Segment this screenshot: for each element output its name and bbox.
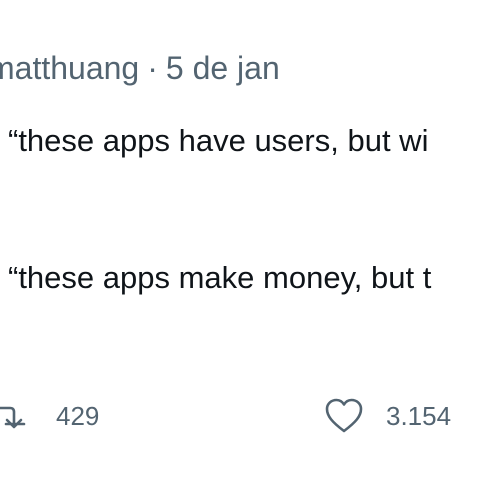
tweet-actions: 429 3.154 bbox=[0, 392, 500, 440]
tweet-date[interactable]: 5 de jan bbox=[166, 50, 280, 86]
tweet-text-line: “these apps have users, but wi bbox=[8, 123, 429, 158]
tweet-header: matthuang · 5 de jan bbox=[0, 46, 280, 90]
retweet-button[interactable]: 429 bbox=[0, 392, 99, 440]
tweet-text-line: “these apps make money, but t bbox=[8, 260, 432, 295]
heart-icon[interactable] bbox=[324, 398, 364, 434]
like-count: 3.154 bbox=[386, 401, 452, 431]
tweet: matthuang · 5 de jan “these apps have user… bbox=[0, 0, 500, 500]
retweet-icon[interactable] bbox=[0, 396, 34, 436]
header-separator: · bbox=[147, 50, 158, 86]
retweet-count: 429 bbox=[56, 401, 100, 431]
author-handle[interactable]: matthuang bbox=[0, 50, 139, 86]
like-button[interactable]: 3.154 bbox=[324, 392, 451, 440]
